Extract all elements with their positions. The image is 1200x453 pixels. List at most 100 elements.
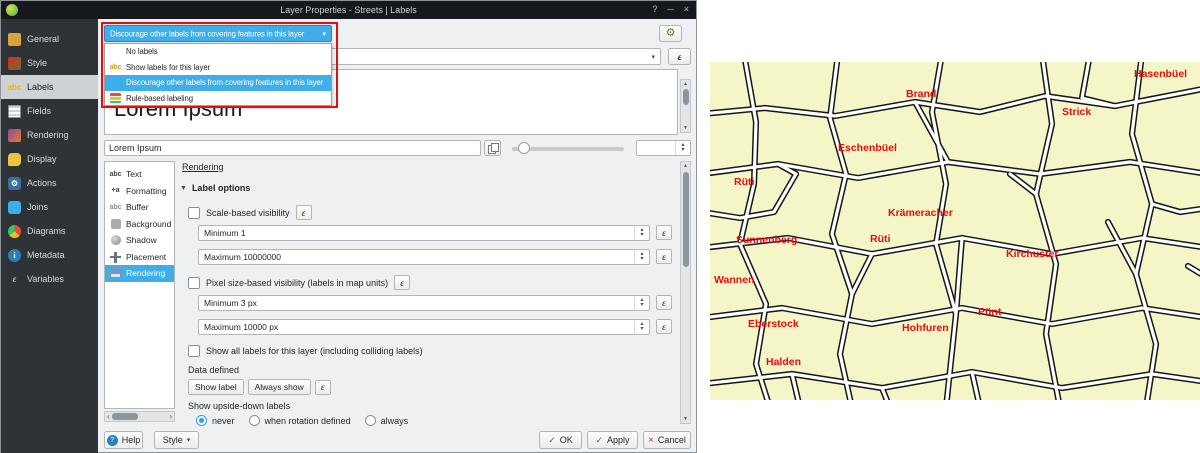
preview-scrollbar[interactable]: ▲ ▼ bbox=[680, 79, 691, 133]
scrollbar-thumb[interactable] bbox=[683, 89, 689, 105]
sidebar-item-label: Labels bbox=[27, 82, 54, 92]
button-label: Style bbox=[163, 435, 183, 445]
option-label: Show labels for this layer bbox=[126, 63, 210, 72]
spin-down-icon[interactable]: ▾ bbox=[640, 257, 643, 262]
sample-text-input[interactable] bbox=[104, 140, 481, 156]
spin-down-icon[interactable]: ▾ bbox=[640, 303, 643, 308]
preview-size-spinbox[interactable]: ▴▾ bbox=[636, 140, 691, 156]
font-size-slider[interactable] bbox=[508, 140, 628, 156]
sidebar-item-actions[interactable]: ⚙Actions bbox=[1, 171, 98, 195]
tab-formatting[interactable]: +aFormatting bbox=[105, 183, 174, 200]
radio-when-rotation-defined[interactable]: when rotation defined bbox=[249, 415, 351, 426]
button-label: Cancel bbox=[658, 435, 686, 445]
scale-visibility-checkbox[interactable] bbox=[188, 207, 200, 219]
pixel-visibility-row: Pixel size-based visibility (labels in m… bbox=[188, 275, 410, 290]
label-options-section[interactable]: ▼ Label options bbox=[180, 183, 250, 193]
text-icon: abc bbox=[109, 168, 122, 180]
label-settings-tabs: abc Text +aFormatting abcBuffer Backgroun… bbox=[104, 161, 175, 409]
street-label: Strick bbox=[1062, 106, 1091, 118]
section-title: Label options bbox=[192, 183, 251, 193]
tab-label: Text bbox=[126, 169, 142, 179]
help-button[interactable]: ? Help bbox=[104, 431, 143, 449]
sidebar-item-display[interactable]: Display bbox=[1, 147, 98, 171]
tab-text[interactable]: abc Text bbox=[105, 166, 174, 183]
option-no-labels[interactable]: No labels bbox=[105, 44, 331, 60]
checkbox-label: Show all labels for this layer (includin… bbox=[206, 346, 423, 356]
map-canvas[interactable]: HasenbüelBrandStrickEschenbüelRütiKrämer… bbox=[710, 62, 1200, 400]
radio-icon bbox=[196, 415, 207, 426]
always-show-button[interactable]: Always show bbox=[248, 379, 311, 395]
pixel-visibility-checkbox[interactable] bbox=[188, 277, 200, 289]
show-labels-icon: abc bbox=[109, 61, 122, 73]
spin-down-icon[interactable]: ▾ bbox=[681, 148, 684, 153]
scrollbar-thumb[interactable] bbox=[112, 413, 138, 420]
style-button[interactable]: Style ▾ bbox=[154, 431, 199, 449]
window-help-button[interactable]: ? bbox=[652, 4, 657, 14]
collapse-icon[interactable]: ▼ bbox=[180, 185, 187, 192]
data-defined-override-button[interactable]: ε bbox=[656, 295, 672, 310]
data-defined-override-button[interactable]: ε bbox=[296, 205, 312, 220]
minimum-scale-spinbox[interactable]: Minimum 1 ▴▾ bbox=[198, 225, 650, 241]
spin-down-icon[interactable]: ▾ bbox=[640, 233, 643, 238]
sidebar-item-variables[interactable]: εVariables bbox=[1, 267, 98, 291]
restore-sample-button[interactable] bbox=[484, 140, 501, 156]
apply-button[interactable]: ✓ Apply bbox=[587, 431, 638, 449]
tabs-horizontal-scrollbar[interactable]: ‹ › bbox=[104, 411, 175, 422]
expression-builder-button[interactable]: ε bbox=[668, 48, 691, 65]
sidebar-item-rendering[interactable]: Rendering bbox=[1, 123, 98, 147]
tab-background[interactable]: Background bbox=[105, 216, 174, 233]
maximum-pixels-spinbox[interactable]: Maximum 10000 px ▴▾ bbox=[198, 319, 650, 335]
scroll-left-icon[interactable]: ‹ bbox=[105, 412, 112, 421]
radio-always[interactable]: always bbox=[365, 415, 409, 426]
option-discourage-covering[interactable]: Discourage other labels from covering fe… bbox=[105, 75, 331, 91]
data-defined-override-button[interactable]: ε bbox=[656, 249, 672, 264]
sidebar-item-general[interactable]: General bbox=[1, 27, 98, 51]
maximum-scale-spinbox[interactable]: Maximum 10000000 ▴▾ bbox=[198, 249, 650, 265]
sidebar-item-style[interactable]: Style bbox=[1, 51, 98, 75]
tab-placement[interactable]: Placement bbox=[105, 249, 174, 266]
show-all-labels-checkbox[interactable] bbox=[188, 345, 200, 357]
tab-buffer[interactable]: abcBuffer bbox=[105, 199, 174, 216]
data-defined-override-button[interactable]: ε bbox=[315, 380, 331, 395]
tab-rendering[interactable]: Rendering bbox=[105, 265, 174, 282]
sidebar-item-diagrams[interactable]: Diagrams bbox=[1, 219, 98, 243]
buffer-icon: abc bbox=[109, 201, 122, 213]
copy-icon bbox=[488, 143, 497, 153]
minimize-button[interactable]: ─ bbox=[667, 4, 673, 14]
street-label: Eberstock bbox=[748, 318, 799, 330]
data-defined-override-button[interactable]: ε bbox=[394, 275, 410, 290]
spin-down-icon[interactable]: ▾ bbox=[640, 327, 643, 332]
ok-button[interactable]: ✓ OK bbox=[539, 431, 582, 449]
close-button[interactable]: × bbox=[684, 4, 689, 14]
slider-handle[interactable] bbox=[518, 142, 530, 154]
titlebar[interactable]: Layer Properties - Streets | Labels ? ─ … bbox=[1, 1, 696, 19]
scroll-down-icon[interactable]: ▼ bbox=[681, 125, 690, 131]
option-show-labels[interactable]: abc Show labels for this layer bbox=[105, 60, 331, 76]
scrollbar-thumb[interactable] bbox=[683, 172, 689, 267]
blank-icon bbox=[109, 77, 122, 89]
automated-placement-button[interactable]: ⚙ bbox=[659, 25, 682, 42]
scroll-right-icon[interactable]: › bbox=[167, 412, 174, 421]
data-defined-buttons-row: Show label Always show ε bbox=[188, 379, 331, 395]
sidebar-item-joins[interactable]: Joins bbox=[1, 195, 98, 219]
street-label: Wannen bbox=[714, 274, 754, 286]
data-defined-override-button[interactable]: ε bbox=[656, 319, 672, 334]
option-rule-based[interactable]: Rule-based labeling bbox=[105, 91, 331, 107]
labeling-mode-dropdown[interactable]: Discourage other labels from covering fe… bbox=[104, 25, 332, 42]
radio-never[interactable]: never bbox=[196, 415, 235, 426]
scroll-down-icon[interactable]: ▼ bbox=[681, 416, 690, 422]
show-label-button[interactable]: Show label bbox=[188, 379, 244, 395]
upside-down-radios: never when rotation defined always bbox=[196, 415, 408, 426]
scroll-up-icon[interactable]: ▲ bbox=[681, 81, 690, 87]
scroll-up-icon[interactable]: ▲ bbox=[681, 163, 690, 169]
sidebar-item-fields[interactable]: Fields bbox=[1, 99, 98, 123]
labels-icon: abc bbox=[8, 81, 21, 94]
sidebar-item-labels[interactable]: abc Labels bbox=[1, 75, 98, 99]
tab-shadow[interactable]: Shadow bbox=[105, 232, 174, 249]
sidebar-item-metadata[interactable]: iMetadata bbox=[1, 243, 98, 267]
street-label: Hohfuren bbox=[902, 322, 949, 334]
minimum-pixels-spinbox[interactable]: Minimum 3 px ▴▾ bbox=[198, 295, 650, 311]
data-defined-override-button[interactable]: ε bbox=[656, 225, 672, 240]
cancel-button[interactable]: × Cancel bbox=[643, 431, 691, 449]
panel-scrollbar[interactable]: ▲ ▼ bbox=[680, 161, 691, 424]
